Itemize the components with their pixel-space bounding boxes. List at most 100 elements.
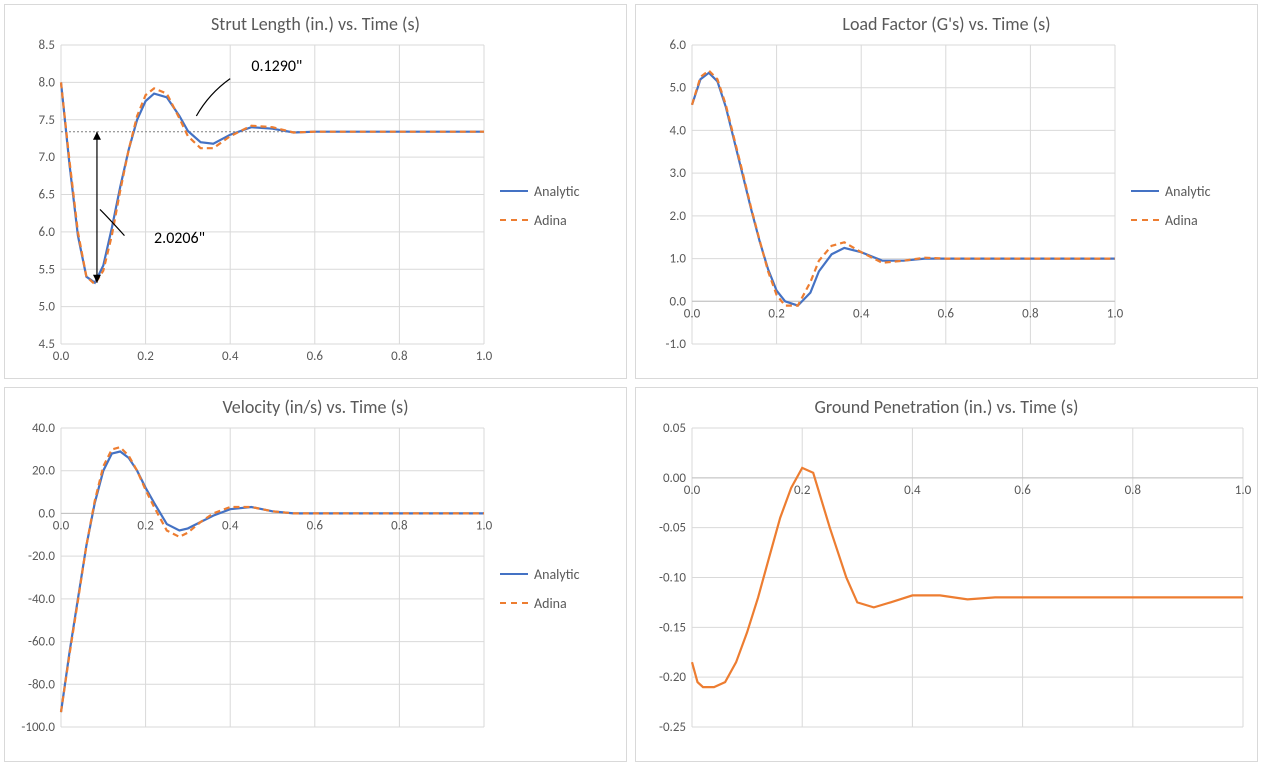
svg-text:0.2: 0.2 (768, 306, 785, 321)
chart-title: Ground Penetration (in.) vs. Time (s) (642, 396, 1251, 418)
chart-panel-load: Load Factor (G's) vs. Time (s) -1.0 0.0 1.0… (635, 4, 1258, 379)
svg-text:0.0: 0.0 (53, 349, 70, 364)
svg-text:5.5: 5.5 (39, 262, 55, 277)
svg-text:1.0: 1.0 (476, 349, 492, 364)
legend: Analytic Adina (492, 39, 620, 372)
svg-text:6.5: 6.5 (39, 188, 55, 203)
svg-text:5.0: 5.0 (39, 300, 56, 315)
svg-text:-20.0: -20.0 (28, 549, 55, 564)
svg-text:1.0: 1.0 (1235, 483, 1251, 498)
svg-text:-100.0: -100.0 (21, 720, 55, 735)
annotation-label: 0.1290" (251, 57, 302, 76)
chart-svg: -0.25-0.20-0.15-0.10-0.050.000.050.00.20… (642, 422, 1251, 755)
svg-text:1.0: 1.0 (1107, 306, 1123, 321)
svg-text:5.0: 5.0 (670, 81, 687, 96)
svg-text:8.0: 8.0 (39, 75, 56, 90)
series-adina (61, 82, 484, 284)
series-adina (692, 71, 1115, 306)
svg-text:-0.10: -0.10 (659, 571, 686, 586)
chart-svg: -1.00.01.02.03.04.05.06.00.00.20.40.60.8… (642, 39, 1123, 372)
chart-svg: -100.0-80.0-60.0-40.0-20.00.020.040.00.0… (11, 422, 492, 755)
chart-body: -1.00.01.02.03.04.05.06.00.00.20.40.60.8… (642, 39, 1251, 372)
svg-text:-0.05: -0.05 (659, 521, 686, 536)
legend-item-analytic: Analytic (500, 566, 620, 583)
svg-text:2.0: 2.0 (670, 209, 687, 224)
legend-item-adina: Adina (500, 595, 620, 612)
svg-text:0.0: 0.0 (684, 483, 701, 498)
chart-title: Load Factor (G's) vs. Time (s) (642, 13, 1251, 35)
svg-text:0.2: 0.2 (137, 518, 154, 533)
svg-text:0.6: 0.6 (938, 306, 955, 321)
svg-text:-0.15: -0.15 (659, 620, 686, 635)
svg-text:7.0: 7.0 (39, 150, 56, 165)
svg-text:1.0: 1.0 (476, 518, 492, 533)
svg-text:0.6: 0.6 (1014, 483, 1031, 498)
svg-text:3.0: 3.0 (670, 166, 687, 181)
legend-item-analytic: Analytic (500, 183, 620, 200)
svg-text:0.6: 0.6 (307, 349, 324, 364)
series-analytic (61, 82, 484, 282)
svg-text:-1.0: -1.0 (666, 337, 687, 352)
legend-item-analytic: Analytic (1131, 183, 1251, 200)
svg-text:20.0: 20.0 (32, 464, 55, 479)
chart-body: -100.0-80.0-60.0-40.0-20.00.020.040.00.0… (11, 422, 620, 755)
legend-label: Adina (534, 212, 567, 229)
svg-text:0.0: 0.0 (53, 518, 70, 533)
legend-swatch (500, 190, 528, 192)
legend-label: Adina (534, 595, 567, 612)
svg-text:-0.25: -0.25 (659, 720, 686, 735)
chart-title: Velocity (in/s) vs. Time (s) (11, 396, 620, 418)
svg-text:6.0: 6.0 (39, 225, 56, 240)
series-analytic (61, 452, 484, 713)
legend-label: Analytic (534, 183, 580, 200)
chart-panel-strut: Strut Length (in.) vs. Time (s)4.55.05.5… (4, 4, 627, 379)
svg-text:0.8: 0.8 (391, 349, 408, 364)
legend-label: Analytic (1165, 183, 1211, 200)
chart-svg: 4.55.05.56.06.57.07.58.08.50.00.20.40.60… (11, 39, 492, 372)
svg-text:1.0: 1.0 (670, 252, 687, 267)
plot-area: 4.55.05.56.06.57.07.58.08.50.00.20.40.60… (11, 39, 492, 372)
svg-text:6.0: 6.0 (670, 39, 687, 53)
svg-text:40.0: 40.0 (32, 422, 55, 436)
chart-body: 4.55.05.56.06.57.07.58.08.50.00.20.40.60… (11, 39, 620, 372)
svg-text:0.4: 0.4 (222, 349, 239, 364)
legend-swatch (500, 602, 528, 604)
annotation-label: 2.0206" (154, 229, 205, 248)
legend-label: Adina (1165, 212, 1198, 229)
svg-text:0.8: 0.8 (1022, 306, 1039, 321)
svg-text:-0.20: -0.20 (659, 670, 686, 685)
svg-text:0.2: 0.2 (794, 483, 811, 498)
legend-swatch (500, 573, 528, 575)
plot-area: -100.0-80.0-60.0-40.0-20.00.020.040.00.0… (11, 422, 492, 755)
legend-swatch (500, 219, 528, 221)
series-adina (61, 447, 484, 712)
plot-area: -0.25-0.20-0.15-0.10-0.050.000.050.00.20… (642, 422, 1251, 755)
chart-panel-velocity: Velocity (in/s) vs. Time (s)-100.0-80.0-… (4, 387, 627, 762)
svg-text:8.5: 8.5 (39, 39, 55, 53)
svg-text:7.5: 7.5 (39, 113, 55, 128)
legend-item-adina: Adina (500, 212, 620, 229)
svg-text:0.05: 0.05 (663, 422, 686, 436)
legend-swatch (1131, 190, 1159, 192)
svg-text:4.0: 4.0 (670, 123, 687, 138)
plot-area: -1.00.01.02.03.04.05.06.00.00.20.40.60.8… (642, 39, 1123, 372)
svg-text:0.8: 0.8 (1125, 483, 1142, 498)
chart-title: Strut Length (in.) vs. Time (s) (11, 13, 620, 35)
svg-text:0.4: 0.4 (222, 518, 239, 533)
legend: Analytic Adina (492, 422, 620, 755)
legend-item-adina: Adina (1131, 212, 1251, 229)
chart-panel-ground: Ground Penetration (in.) vs. Time (s) -0.… (635, 387, 1258, 762)
svg-text:0.8: 0.8 (391, 518, 408, 533)
legend-label: Analytic (534, 566, 580, 583)
svg-text:0.6: 0.6 (307, 518, 324, 533)
chart-body: -0.25-0.20-0.15-0.10-0.050.000.050.00.20… (642, 422, 1251, 755)
svg-text:0.4: 0.4 (853, 306, 870, 321)
svg-text:0.0: 0.0 (684, 306, 701, 321)
svg-text:0.4: 0.4 (904, 483, 921, 498)
svg-text:-60.0: -60.0 (28, 635, 55, 650)
chart-grid: Strut Length (in.) vs. Time (s)4.55.05.5… (0, 0, 1262, 766)
svg-text:-40.0: -40.0 (28, 592, 55, 607)
legend-swatch (1131, 219, 1159, 221)
svg-text:0.2: 0.2 (137, 349, 154, 364)
series-analytic (692, 73, 1115, 306)
